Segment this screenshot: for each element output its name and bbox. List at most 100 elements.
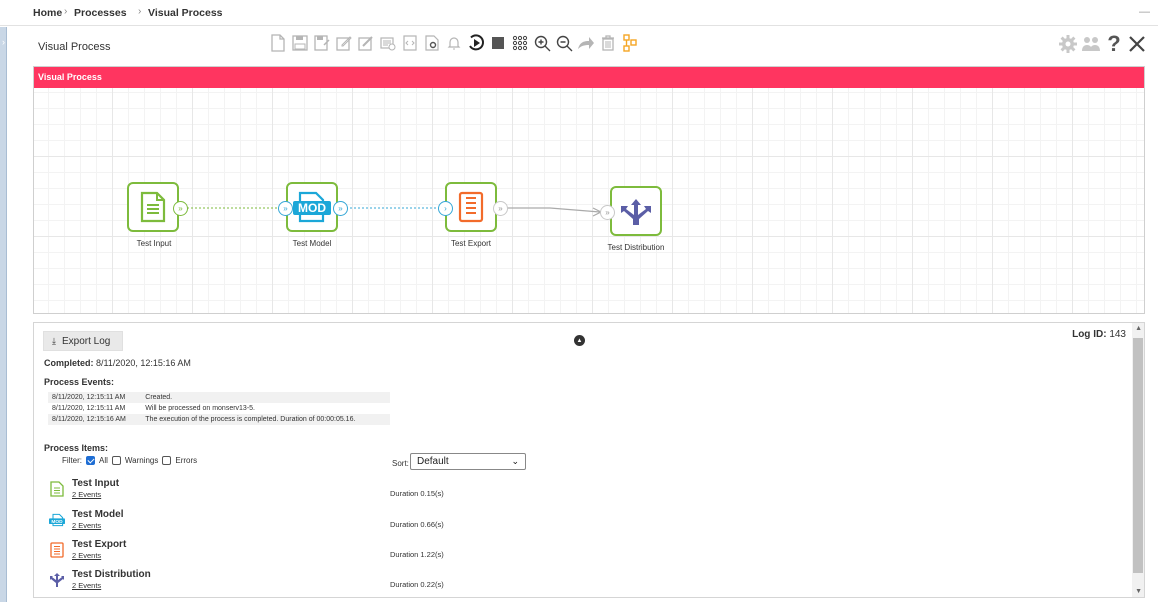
zoom-in-icon[interactable] xyxy=(532,33,552,53)
close-icon[interactable] xyxy=(1126,33,1148,55)
log-id-value: 143 xyxy=(1109,329,1126,340)
node-label: Test Export xyxy=(450,239,491,248)
list-item: Test Distribution 2 Events Duration 0.22… xyxy=(44,569,544,595)
event-time: 8/11/2020, 12:15:11 AM xyxy=(48,392,142,403)
code-icon[interactable] xyxy=(400,33,420,53)
item-name: Test Input xyxy=(72,478,120,489)
output-port[interactable]: » xyxy=(173,201,188,216)
scroll-up-icon[interactable]: ▲ xyxy=(1135,325,1142,332)
log-id: Log ID: 143 xyxy=(1072,329,1126,340)
input-port[interactable]: » xyxy=(600,205,615,220)
canvas-grid[interactable]: » Test Input MOD » » Test Model › » Test… xyxy=(34,88,1144,313)
item-name: Test Distribution xyxy=(72,569,151,580)
filter-warnings-checkbox[interactable] xyxy=(111,456,121,465)
filter-row: Filter: All Warnings Errors xyxy=(62,456,197,465)
settings-document-icon[interactable] xyxy=(422,33,442,53)
table-row: 8/11/2020, 12:15:16 AM The execution of … xyxy=(48,414,390,425)
process-canvas[interactable]: Visual Process » Test Input MOD » » Test… xyxy=(33,66,1145,314)
item-events-link[interactable]: 2 Events xyxy=(72,551,101,560)
node-label: Test Distribution xyxy=(607,243,665,252)
stop-icon[interactable] xyxy=(488,33,508,53)
collapse-log-button[interactable]: ▲ xyxy=(574,335,585,346)
svg-text:MOD: MOD xyxy=(298,201,326,215)
table-row: 8/11/2020, 12:15:11 AM Created. xyxy=(48,392,390,403)
item-duration: Duration 0.66(s) xyxy=(390,520,444,529)
save-as-icon[interactable] xyxy=(312,33,332,53)
breadcrumb-current: Visual Process xyxy=(148,7,223,19)
help-icon[interactable]: ? xyxy=(1103,33,1125,55)
filter-all-checkbox[interactable] xyxy=(86,456,95,465)
schedule-icon[interactable] xyxy=(378,33,398,53)
breadcrumb-separator: › xyxy=(138,6,142,17)
node-test-distribution[interactable] xyxy=(610,186,662,236)
input-port[interactable]: › xyxy=(438,201,453,216)
minimize-button[interactable]: — xyxy=(1139,6,1150,18)
item-events-link[interactable]: 2 Events xyxy=(72,581,101,590)
distribution-arrows-icon xyxy=(50,573,64,587)
export-log-button[interactable]: ⤓ Export Log xyxy=(43,331,123,351)
scrollbar[interactable]: ▲ ▼ xyxy=(1132,323,1144,597)
event-time: 8/11/2020, 12:15:16 AM xyxy=(48,414,142,425)
users-icon[interactable] xyxy=(1080,33,1102,55)
chevron-down-icon: ⌄ xyxy=(511,456,519,466)
chevron-up-icon: ▲ xyxy=(576,337,583,344)
gear-icon[interactable] xyxy=(1057,33,1079,55)
node-test-input[interactable] xyxy=(127,182,179,232)
filter-errors-checkbox[interactable] xyxy=(162,456,172,465)
item-duration: Duration 0.15(s) xyxy=(390,489,444,498)
mod-icon: MOD xyxy=(49,513,65,527)
sort-select[interactable]: Default ⌄ xyxy=(410,453,526,470)
list-item: MOD Test Model 2 Events Duration 0.66(s) xyxy=(44,509,544,535)
canvas-title-bar: Visual Process xyxy=(34,67,1144,88)
export-list-icon xyxy=(458,191,484,223)
item-name: Test Model xyxy=(72,509,124,520)
layout-icon[interactable] xyxy=(620,33,640,53)
edit-properties-icon[interactable] xyxy=(334,33,354,53)
breadcrumb: Home › Processes › Visual Process — xyxy=(0,0,1158,26)
output-port[interactable]: » xyxy=(333,201,348,216)
edit-icon[interactable] xyxy=(356,33,376,53)
log-panel: ⤓ Export Log ▲ Log ID: 143 ▲ ▼ Completed… xyxy=(33,322,1145,598)
input-port[interactable]: » xyxy=(278,201,293,216)
item-events-link[interactable]: 2 Events xyxy=(72,490,101,499)
share-arrow-icon[interactable] xyxy=(576,33,596,53)
notification-bell-icon[interactable] xyxy=(444,33,464,53)
table-row: 8/11/2020, 12:15:11 AM Will be processed… xyxy=(48,403,390,414)
scroll-down-icon[interactable]: ▼ xyxy=(1135,588,1142,595)
log-id-label: Log ID: xyxy=(1072,329,1107,340)
sort-value: Default xyxy=(417,456,449,467)
event-message: Created. xyxy=(141,392,390,403)
breadcrumb-processes[interactable]: Processes xyxy=(74,7,127,19)
item-events-link[interactable]: 2 Events xyxy=(72,521,101,530)
node-label: Test Input xyxy=(136,239,172,248)
document-lines-icon xyxy=(140,191,166,223)
breadcrumb-separator: › xyxy=(64,6,68,17)
filter-all-label: All xyxy=(99,456,108,465)
event-message: The execution of the process is complete… xyxy=(141,414,390,425)
sort-label: Sort: xyxy=(392,459,409,468)
document-lines-icon xyxy=(50,481,64,497)
delete-icon[interactable] xyxy=(598,33,618,53)
run-icon[interactable] xyxy=(466,33,486,53)
events-table: 8/11/2020, 12:15:11 AM Created. 8/11/202… xyxy=(48,392,390,425)
filter-errors-label: Errors xyxy=(175,456,198,465)
scrollbar-thumb[interactable] xyxy=(1133,338,1143,573)
sidebar-toggle-strip[interactable]: › xyxy=(0,27,7,602)
save-icon[interactable] xyxy=(290,33,310,53)
breadcrumb-home[interactable]: Home xyxy=(33,7,62,19)
export-list-icon xyxy=(50,542,64,558)
completed-status: Completed: 8/11/2020, 12:15:16 AM xyxy=(44,358,191,368)
filter-label: Filter: xyxy=(62,456,82,465)
node-test-model[interactable]: MOD xyxy=(286,182,338,232)
download-icon: ⤓ xyxy=(52,335,56,346)
new-document-icon[interactable] xyxy=(268,33,288,53)
chevron-right-icon: › xyxy=(2,37,5,47)
completed-label: Completed: xyxy=(44,358,94,368)
page-title: Visual Process xyxy=(38,41,111,53)
zoom-out-icon[interactable] xyxy=(554,33,574,53)
completed-value: 8/11/2020, 12:15:16 AM xyxy=(96,358,191,368)
output-port[interactable]: » xyxy=(493,201,508,216)
list-item: Test Input 2 Events Duration 0.15(s) xyxy=(44,478,544,504)
distribution-arrows-icon xyxy=(621,199,651,225)
grid-icon[interactable] xyxy=(510,33,530,53)
